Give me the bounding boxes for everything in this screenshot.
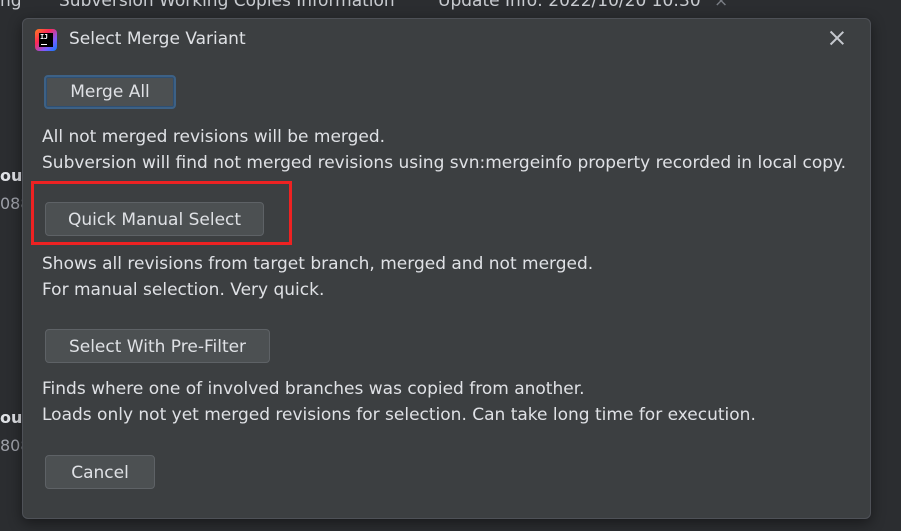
select-with-pre-filter-button[interactable]: Select With Pre-Filter (45, 329, 270, 363)
intellij-idea-icon: IJ (35, 29, 57, 51)
tab-partial[interactable]: ng (0, 0, 22, 11)
tab-close-icon[interactable]: × (714, 0, 728, 11)
dialog-title-bar[interactable]: IJ Select Merge Variant (23, 19, 870, 61)
pre-filter-description-line-1: Finds where one of involved branches was… (42, 379, 585, 399)
cancel-button[interactable]: Cancel (45, 455, 155, 489)
dialog-title: Select Merge Variant (69, 29, 246, 49)
editor-tab-bar: ng Subversion Working Copies Information… (0, 0, 901, 16)
merge-all-description-line-2: Subversion will find not merged revision… (42, 153, 847, 173)
close-icon[interactable] (826, 27, 848, 49)
quick-manual-select-description-line-2: For manual selection. Very quick. (42, 280, 325, 300)
quick-manual-select-description-line-1: Shows all revisions from target branch, … (42, 254, 594, 274)
quick-manual-select-button[interactable]: Quick Manual Select (45, 202, 264, 236)
select-merge-variant-dialog: IJ Select Merge Variant Merge All All no… (22, 18, 871, 519)
merge-all-description-line-1: All not merged revisions will be merged. (42, 127, 386, 147)
tab-subversion-working-copies[interactable]: Subversion Working Copies Information (59, 0, 395, 11)
pre-filter-description-line-2: Loads only not yet merged revisions for … (42, 405, 756, 425)
merge-all-button[interactable]: Merge All (44, 75, 176, 109)
tab-update-info[interactable]: Update Info: 2022/10/20 10:30 (438, 0, 701, 11)
